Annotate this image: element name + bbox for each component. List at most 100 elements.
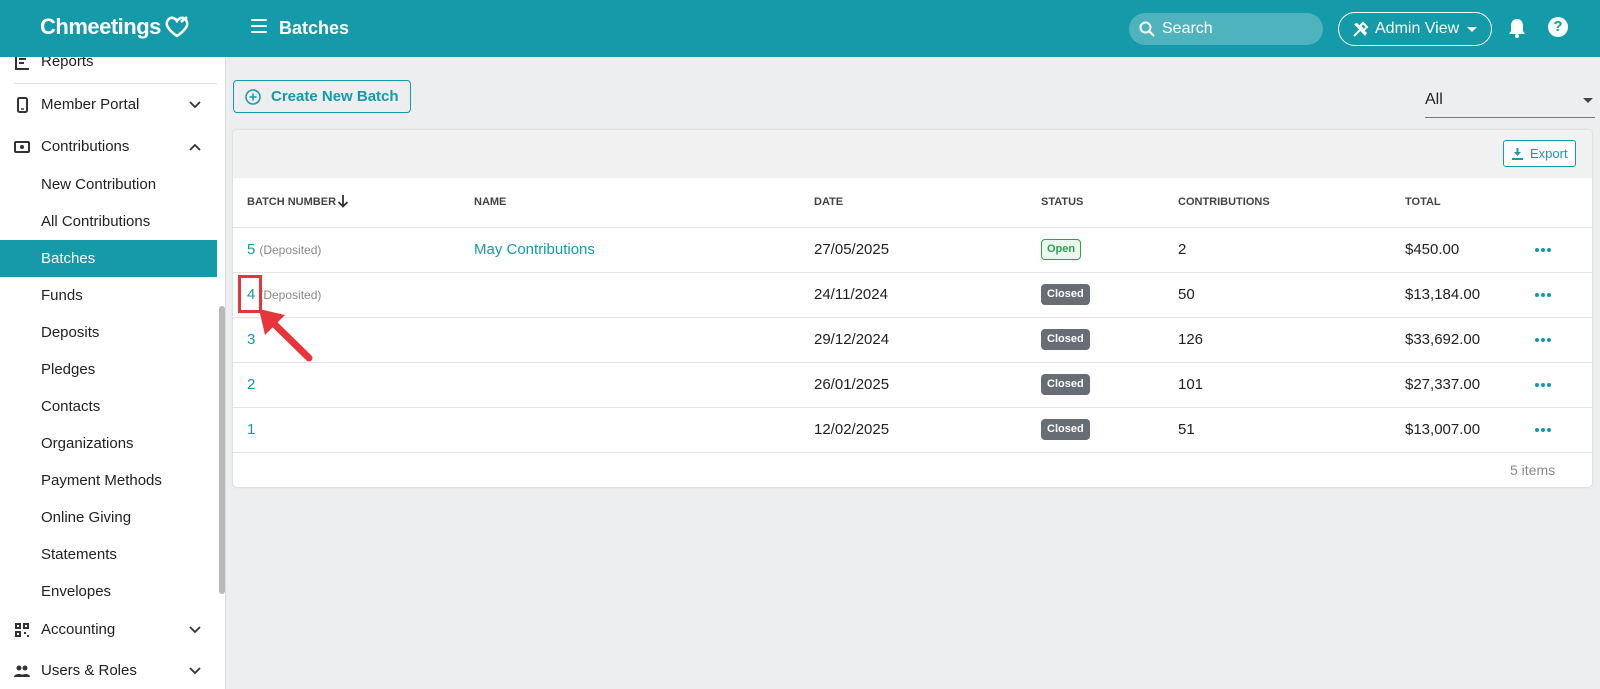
sidebar-item-envelopes[interactable]: Envelopes [0, 573, 217, 610]
search-input[interactable]: Search [1129, 13, 1323, 45]
column-header-total[interactable]: TOTAL [1405, 196, 1441, 208]
sidebar-item-label: Payment Methods [41, 472, 162, 489]
batch-number-link[interactable]: 1 [247, 421, 255, 438]
column-header-batch-number[interactable]: BATCH NUMBER [247, 196, 336, 208]
sidebar-item-label: Users & Roles [41, 662, 137, 679]
date-cell: 27/05/2025 [814, 241, 890, 258]
sidebar-item-batches[interactable]: Batches [0, 240, 217, 277]
hamburger-menu-icon[interactable] [251, 19, 267, 35]
more-actions-icon[interactable] [1535, 338, 1551, 342]
sidebar-item-all-contributions[interactable]: All Contributions [0, 203, 217, 240]
admin-view-button[interactable]: Admin View [1338, 12, 1492, 46]
users-icon [14, 665, 30, 677]
chevron-down-icon [189, 625, 201, 633]
logo-heart-icon [165, 16, 189, 38]
column-header-status[interactable]: STATUS [1041, 196, 1083, 208]
sidebar-item-pledges[interactable]: Pledges [0, 351, 217, 388]
more-actions-icon[interactable] [1535, 428, 1551, 432]
table-row[interactable]: 2 26/01/2025 Closed 101 $27,337.00 [233, 363, 1592, 408]
sidebar-item-online-giving[interactable]: Online Giving [0, 499, 217, 536]
search-icon [1139, 21, 1155, 37]
items-count: 5 items [1510, 462, 1556, 478]
logo[interactable]: Chmeetings [40, 14, 191, 40]
table-row[interactable]: 1 12/02/2025 Closed 51 $13,007.00 [233, 408, 1592, 453]
qr-icon [15, 622, 29, 637]
sidebar-item-deposits[interactable]: Deposits [0, 314, 217, 351]
sidebar-item-contacts[interactable]: Contacts [0, 388, 217, 425]
more-actions-icon[interactable] [1535, 293, 1551, 297]
column-header-name[interactable]: NAME [474, 196, 506, 208]
date-cell: 26/01/2025 [814, 376, 890, 393]
tools-icon [1353, 21, 1369, 37]
more-actions-icon[interactable] [1535, 248, 1551, 252]
batch-number-link[interactable]: 5 [247, 241, 255, 258]
sidebar-item-new-contribution[interactable]: New Contribution [0, 166, 217, 203]
sidebar-item-organizations[interactable]: Organizations [0, 425, 217, 462]
sidebar-item-label: Batches [41, 250, 96, 267]
sidebar-item-label: All Contributions [41, 213, 151, 230]
sidebar-item-label: New Contribution [41, 176, 157, 193]
status-badge: Closed [1041, 419, 1090, 440]
chevron-up-icon [189, 143, 201, 151]
sidebar-divider [14, 83, 217, 84]
phone-icon [17, 96, 28, 113]
sidebar-item-label: Statements [41, 546, 117, 563]
deposited-label: (Deposited) [259, 288, 322, 302]
table-row[interactable]: 4 (Deposited) 24/11/2024 Closed 50 $13,18… [233, 273, 1592, 318]
table-toolbar: Export [233, 130, 1592, 178]
help-icon[interactable]: ? [1548, 17, 1568, 37]
sidebar-item-label: Contacts [41, 398, 101, 415]
contributions-cell: 51 [1178, 421, 1195, 438]
status-filter-value: All [1425, 91, 1443, 108]
annotation-arrow-icon [259, 309, 313, 362]
status-badge: Closed [1041, 374, 1090, 395]
sidebar-item-statements[interactable]: Statements [0, 536, 217, 573]
money-icon [14, 140, 30, 153]
column-header-contributions[interactable]: CONTRIBUTIONS [1178, 196, 1270, 208]
sidebar-item-label: Contributions [41, 138, 130, 155]
caret-down-icon [1583, 98, 1593, 103]
chevron-down-icon [189, 666, 201, 674]
reports-icon [15, 57, 29, 70]
sidebar-scrollbar[interactable] [219, 306, 225, 594]
column-header-date[interactable]: DATE [814, 196, 843, 208]
status-badge: Closed [1041, 284, 1090, 305]
contributions-cell: 126 [1178, 331, 1204, 348]
search-placeholder: Search [1162, 20, 1213, 37]
status-filter-select[interactable]: All [1425, 83, 1595, 118]
top-bar: Chmeetings Batches Search Admin View ? [0, 0, 1600, 57]
batch-name-link[interactable]: May Contributions [474, 241, 595, 258]
bell-icon[interactable] [1508, 18, 1526, 38]
page-title: Batches [279, 18, 350, 38]
batch-number-cell: 1 [247, 421, 255, 438]
sidebar-item-label: Accounting [41, 621, 116, 638]
table-row[interactable]: 5 (Deposited) May Contributions 27/05/202… [233, 228, 1592, 273]
sidebar-item-label: Online Giving [41, 509, 132, 526]
logo-text: Chmeetings [40, 14, 161, 39]
caret-down-icon [1467, 26, 1478, 32]
more-actions-icon[interactable] [1535, 383, 1551, 387]
chevron-down-icon [189, 100, 201, 108]
sidebar-item-payment-methods[interactable]: Payment Methods [0, 462, 217, 499]
sidebar-item-accounting[interactable]: Accounting [0, 611, 217, 648]
sidebar-item-users-roles[interactable]: Users & Roles [0, 652, 217, 689]
sidebar-item-label: Reports [41, 57, 94, 70]
plus-circle-icon [245, 88, 261, 105]
sort-arrow-down-icon[interactable] [337, 194, 349, 208]
sidebar-item-reports[interactable]: Reports [0, 57, 217, 80]
sidebar-item-contributions[interactable]: Contributions [0, 128, 217, 165]
table-row[interactable]: 3 29/12/2024 Closed 126 $33,692.00 [233, 318, 1592, 363]
create-new-batch-button[interactable]: Create New Batch [233, 80, 411, 113]
sidebar: Reports Member Portal Contributions New … [0, 57, 226, 689]
total-cell: $450.00 [1405, 241, 1460, 258]
export-button[interactable]: Export [1503, 140, 1576, 167]
sidebar-item-member-portal[interactable]: Member Portal [0, 86, 217, 123]
batch-number-cell: 2 [247, 376, 255, 393]
status-badge: Closed [1041, 329, 1090, 350]
contributions-cell: 101 [1178, 376, 1204, 393]
sidebar-item-funds[interactable]: Funds [0, 277, 217, 314]
create-new-batch-label: Create New Batch [271, 88, 399, 105]
batch-number-link[interactable]: 2 [247, 376, 255, 393]
download-icon [1512, 147, 1523, 160]
batch-number-cell: 5 (Deposited) [247, 241, 321, 258]
